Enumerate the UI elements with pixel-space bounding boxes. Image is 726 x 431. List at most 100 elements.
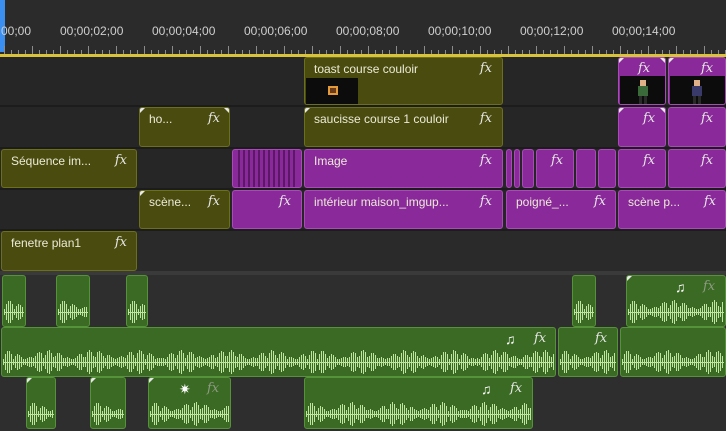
waveform-bar bbox=[350, 403, 351, 425]
waveform-bar bbox=[427, 358, 428, 366]
clip-purple[interactable]: fx bbox=[232, 190, 302, 229]
audio-clip[interactable] bbox=[126, 275, 148, 327]
waveform-bar bbox=[604, 351, 605, 373]
video-track-5[interactable]: toast course couloir fx fx fx bbox=[0, 57, 726, 105]
effects-icon[interactable]: fx bbox=[594, 194, 606, 209]
clip-purple-small[interactable] bbox=[514, 149, 520, 188]
waveform-bar bbox=[60, 304, 61, 320]
timeline-tracks[interactable]: toast course couloir fx fx fx ho... fx s… bbox=[0, 57, 726, 431]
effects-icon[interactable]: fx bbox=[534, 331, 546, 346]
character-thumbnail bbox=[638, 80, 648, 104]
waveform-bar bbox=[392, 402, 393, 426]
waveform-bar bbox=[526, 404, 527, 424]
waveform-bar bbox=[505, 352, 506, 372]
effects-icon[interactable]: fx bbox=[638, 61, 650, 76]
clip-purple[interactable]: fx bbox=[668, 149, 726, 188]
effects-icon[interactable]: fx bbox=[480, 111, 492, 126]
audio-clip[interactable] bbox=[2, 275, 26, 327]
clip-ho[interactable]: ho... fx bbox=[139, 107, 230, 147]
audio-clip[interactable] bbox=[26, 377, 56, 429]
effects-icon[interactable]: fx bbox=[115, 235, 127, 250]
audio-clip[interactable] bbox=[56, 275, 90, 327]
waveform-bar bbox=[630, 304, 631, 320]
clip-sequence-im[interactable]: Séquence im... fx bbox=[1, 149, 137, 188]
effects-icon[interactable]: fx bbox=[701, 111, 713, 126]
waveform-bar bbox=[41, 353, 42, 371]
waveform-bar bbox=[576, 355, 577, 369]
video-track-1[interactable]: fenetre plan1 fx bbox=[0, 231, 726, 271]
effects-icon[interactable]: fx bbox=[279, 194, 291, 209]
waveform-bar bbox=[528, 408, 529, 420]
audio-clip[interactable]: fx bbox=[558, 327, 618, 377]
video-track-4[interactable]: ho... fx saucisse course 1 couloir fx fx… bbox=[0, 107, 726, 147]
clip-purple[interactable]: fx bbox=[618, 107, 666, 147]
clip-scene[interactable]: scène... fx bbox=[139, 190, 230, 229]
audio-clip[interactable]: ♫ fx bbox=[1, 327, 556, 377]
audio-clip[interactable] bbox=[90, 377, 126, 429]
effects-icon[interactable]: fx bbox=[510, 381, 522, 396]
audio-track-1[interactable]: ♫ fx bbox=[0, 275, 726, 327]
effects-icon[interactable]: fx bbox=[208, 194, 220, 209]
waveform-bar bbox=[467, 356, 468, 368]
effects-icon[interactable]: fx bbox=[207, 381, 219, 396]
effects-icon[interactable]: fx bbox=[643, 111, 655, 126]
audio-clip[interactable]: ♫ fx bbox=[626, 275, 726, 327]
effects-icon[interactable]: fx bbox=[701, 61, 713, 76]
video-track-3[interactable]: Séquence im... fx Image fx fx fx fx bbox=[0, 149, 726, 188]
clip-poigne[interactable]: poigné_... fx bbox=[506, 190, 616, 229]
clip-purple-small[interactable] bbox=[576, 149, 596, 188]
clip-purple-small[interactable] bbox=[598, 149, 616, 188]
waveform-bar bbox=[371, 353, 372, 371]
effects-icon[interactable]: fx bbox=[643, 153, 655, 168]
clip-purple-small[interactable] bbox=[506, 149, 512, 188]
effects-icon[interactable]: fx bbox=[480, 61, 492, 76]
effects-icon[interactable]: fx bbox=[704, 194, 716, 209]
waveform-bar bbox=[361, 351, 362, 373]
effects-icon[interactable]: fx bbox=[701, 153, 713, 168]
waveform-bar bbox=[76, 307, 77, 317]
waveform-bar bbox=[142, 304, 143, 320]
waveform-bar bbox=[600, 358, 601, 366]
time-ruler[interactable]: 00;00 00;00;02;00 00;00;04;00 00;00;06;0… bbox=[0, 0, 726, 55]
clip-purple-small[interactable] bbox=[522, 149, 534, 188]
audio-track-2[interactable]: ♫ fx fx bbox=[0, 327, 726, 377]
strip-line bbox=[278, 150, 280, 187]
clip-purple[interactable]: fx bbox=[618, 149, 666, 188]
clip-toast-course-couloir[interactable]: toast course couloir fx bbox=[304, 57, 503, 105]
video-track-2[interactable]: scène... fx fx intérieur maison_imgup...… bbox=[0, 190, 726, 229]
waveform-bar bbox=[435, 356, 436, 368]
clip-interieur-maison[interactable]: intérieur maison_imgup... fx bbox=[304, 190, 503, 229]
audio-clip[interactable] bbox=[620, 327, 726, 377]
effects-icon[interactable]: fx bbox=[595, 331, 607, 346]
clip-image[interactable]: Image fx bbox=[304, 149, 503, 188]
audio-track-3[interactable]: ✷ fx ♫ fx bbox=[0, 377, 726, 431]
waveform-bar bbox=[638, 309, 639, 315]
audio-clip[interactable] bbox=[572, 275, 596, 327]
waveform-bar bbox=[147, 355, 148, 369]
audio-clip[interactable]: ✷ fx bbox=[148, 377, 231, 429]
waveform-bar bbox=[608, 353, 609, 371]
clip-purple[interactable]: fx bbox=[618, 57, 666, 105]
waveform-bar bbox=[466, 410, 467, 418]
audio-clip[interactable]: ♫ fx bbox=[304, 377, 533, 429]
effects-icon[interactable]: fx bbox=[703, 279, 715, 294]
clip-scene-p[interactable]: scène p... fx bbox=[618, 190, 726, 229]
waveform-bar bbox=[515, 356, 516, 368]
effects-icon[interactable]: fx bbox=[208, 111, 220, 126]
waveform-bar bbox=[201, 357, 202, 367]
waveform-bar bbox=[253, 357, 254, 367]
waveform-bar bbox=[340, 405, 341, 423]
waveform-bar bbox=[610, 357, 611, 367]
effects-icon[interactable]: fx bbox=[551, 153, 563, 168]
clip-purple[interactable]: fx bbox=[668, 57, 726, 105]
music-note-icon: ♫ bbox=[675, 279, 686, 295]
effects-icon[interactable]: fx bbox=[115, 153, 127, 168]
waveform-bar bbox=[337, 359, 338, 365]
clip-strip-group[interactable] bbox=[232, 149, 302, 188]
effects-icon[interactable]: fx bbox=[480, 153, 492, 168]
effects-icon[interactable]: fx bbox=[480, 194, 492, 209]
clip-purple[interactable]: fx bbox=[536, 149, 574, 188]
clip-purple[interactable]: fx bbox=[668, 107, 726, 147]
clip-saucisse-course-1-couloir[interactable]: saucisse course 1 couloir fx bbox=[304, 107, 503, 147]
clip-fenetre-plan1[interactable]: fenetre plan1 fx bbox=[1, 231, 137, 271]
